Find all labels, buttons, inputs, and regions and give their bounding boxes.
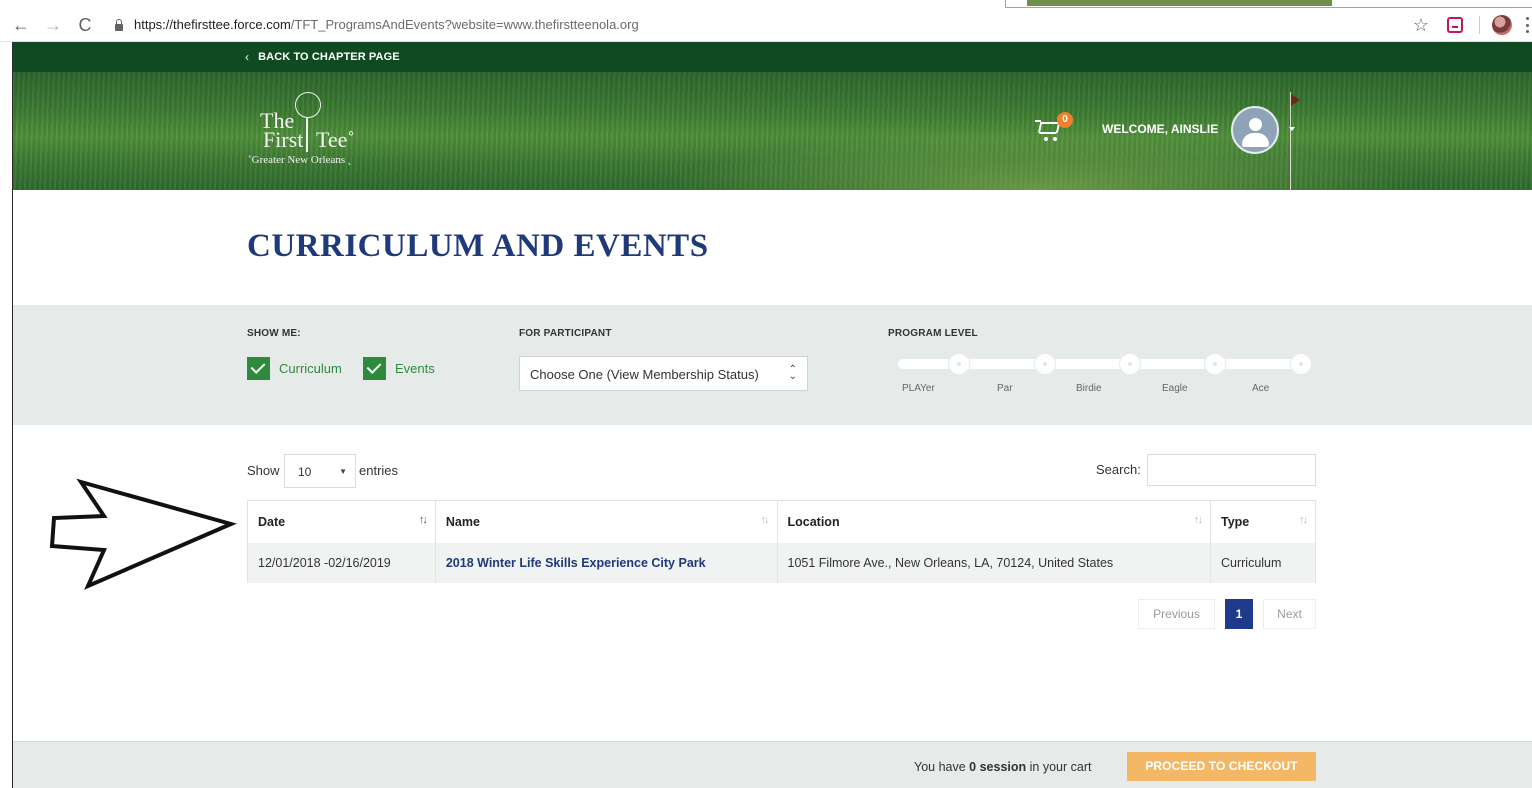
menu-kebab-icon[interactable] bbox=[1526, 17, 1530, 33]
hero-banner bbox=[13, 72, 1532, 190]
first-tee-logo[interactable]: The First Tee˚ ˚Greater New Orleans ˛ bbox=[246, 92, 376, 174]
cell-location: 1051 Filmore Ave., New Orleans, LA, 7012… bbox=[776, 542, 1211, 583]
entries-per-page-value: 10 bbox=[298, 465, 312, 479]
column-header-name[interactable]: Name ↑↓ bbox=[434, 500, 778, 543]
reload-icon[interactable]: C bbox=[74, 14, 96, 36]
table-header-row: Date ↑↓ Name ↑↓ Location ↑↓ Type ↑↓ bbox=[247, 500, 1316, 543]
show-entries-label: Show bbox=[247, 463, 280, 478]
level-node-par[interactable] bbox=[1034, 353, 1056, 375]
sort-icon: ↑↓ bbox=[1299, 514, 1308, 526]
curriculum-checkbox[interactable] bbox=[247, 357, 270, 380]
account-dropdown-caret-icon[interactable] bbox=[1289, 127, 1295, 131]
level-label-ace[interactable]: Ace bbox=[1252, 383, 1269, 394]
dropdown-triangle-icon: ▼ bbox=[339, 467, 347, 476]
cell-type: Curriculum bbox=[1210, 542, 1316, 583]
column-header-location[interactable]: Location ↑↓ bbox=[776, 500, 1211, 543]
browser-toolbar: ← → C https://thefirsttee.force.com/TFT_… bbox=[0, 8, 1532, 42]
shopping-cart-icon bbox=[1037, 122, 1061, 134]
entries-label: entries bbox=[359, 463, 399, 478]
browser-active-tab[interactable] bbox=[1027, 0, 1332, 6]
program-level-slider[interactable] bbox=[888, 353, 1316, 375]
sort-icon: ↑↓ bbox=[418, 514, 428, 526]
cart-session-count: 0 session bbox=[969, 760, 1027, 774]
cart-wheel bbox=[1044, 137, 1048, 141]
profile-avatar-icon[interactable] bbox=[1492, 15, 1512, 35]
back-to-chapter-label: BACK TO CHAPTER PAGE bbox=[258, 51, 400, 63]
curriculum-checkbox-label[interactable]: Curriculum bbox=[279, 361, 342, 376]
user-icon bbox=[1249, 118, 1262, 131]
sort-icon: ↑↓ bbox=[1194, 514, 1203, 526]
tee-icon bbox=[306, 118, 308, 152]
participant-select[interactable]: Choose One (View Membership Status) ⌃ ⌄ bbox=[519, 356, 808, 391]
entries-per-page-select[interactable]: 10 ▼ bbox=[284, 454, 356, 488]
event-name-link[interactable]: 2018 Winter Life Skills Experience City … bbox=[446, 556, 706, 570]
level-node-ace[interactable] bbox=[1290, 353, 1312, 375]
logo-word-tee: Tee˚ bbox=[316, 127, 355, 152]
pagination-next-button[interactable]: Next bbox=[1263, 599, 1316, 629]
cart-button[interactable]: 0 bbox=[1035, 112, 1075, 148]
table-row: 12/01/2018 -02/16/2019 2018 Winter Life … bbox=[247, 542, 1316, 583]
flag-icon bbox=[1291, 94, 1300, 106]
pagination-page-1[interactable]: 1 bbox=[1225, 599, 1253, 629]
sort-icon: ↑↓ bbox=[760, 514, 770, 526]
select-updown-icon: ⌃ ⌄ bbox=[788, 364, 797, 382]
address-bar[interactable]: https://thefirsttee.force.com/TFT_Progra… bbox=[114, 12, 639, 38]
column-header-type[interactable]: Type ↑↓ bbox=[1210, 500, 1316, 543]
participant-select-value: Choose One (View Membership Status) bbox=[530, 367, 759, 382]
flagpole bbox=[1290, 92, 1291, 190]
page: ← → C https://thefirsttee.force.com/TFT_… bbox=[0, 0, 1532, 788]
column-header-label: Location bbox=[787, 514, 840, 529]
column-header-label: Date bbox=[258, 514, 286, 529]
search-input[interactable] bbox=[1147, 454, 1316, 486]
page-title: CURRICULUM AND EVENTS bbox=[247, 228, 709, 264]
logo-word-first: First bbox=[263, 127, 304, 152]
level-label-eagle[interactable]: Eagle bbox=[1162, 383, 1188, 394]
column-header-label: Name bbox=[445, 514, 480, 529]
url-host: https://thefirsttee.force.com bbox=[134, 17, 291, 32]
events-checkbox-label[interactable]: Events bbox=[395, 361, 435, 376]
user-icon-body bbox=[1242, 133, 1269, 147]
cart-summary: You have 0 session in your cart bbox=[914, 760, 1091, 774]
user-avatar[interactable] bbox=[1231, 106, 1279, 154]
events-table: Date ↑↓ Name ↑↓ Location ↑↓ Type ↑↓ 12/01/20… bbox=[247, 500, 1316, 583]
level-node-eagle[interactable] bbox=[1204, 353, 1226, 375]
golf-ball-icon bbox=[295, 92, 321, 118]
events-checkbox[interactable] bbox=[363, 357, 386, 380]
level-label-birdie[interactable]: Birdie bbox=[1076, 383, 1102, 394]
bookmark-star-icon[interactable]: ☆ bbox=[1413, 15, 1429, 36]
back-strip bbox=[13, 42, 1532, 72]
show-me-label: SHOW ME: bbox=[247, 328, 301, 339]
program-level-label: PROGRAM LEVEL bbox=[888, 328, 978, 339]
back-to-chapter-link[interactable]: ‹ BACK TO CHAPTER PAGE bbox=[245, 50, 400, 64]
participant-label: FOR PARTICIPANT bbox=[519, 328, 612, 339]
cart-count-badge: 0 bbox=[1057, 112, 1073, 128]
cart-wheel bbox=[1053, 137, 1057, 141]
logo-chapter-name: ˚Greater New Orleans ˛ bbox=[248, 154, 352, 166]
cart-summary-prefix: You have bbox=[914, 760, 966, 774]
pagination-previous-button[interactable]: Previous bbox=[1138, 599, 1215, 629]
cell-name: 2018 Winter Life Skills Experience City … bbox=[434, 542, 778, 583]
proceed-to-checkout-button[interactable]: PROCEED TO CHECKOUT bbox=[1127, 752, 1316, 781]
url-path: /TFT_ProgramsAndEvents?website=www.thefi… bbox=[290, 17, 639, 32]
level-label-player[interactable]: PLAYer bbox=[902, 383, 935, 394]
callout-arrow-icon bbox=[49, 478, 237, 590]
level-node-player[interactable] bbox=[948, 353, 970, 375]
column-header-label: Type bbox=[1221, 514, 1250, 529]
forward-arrow-icon[interactable]: → bbox=[42, 14, 64, 36]
cart-summary-suffix: in your cart bbox=[1029, 760, 1092, 774]
back-arrow-icon[interactable]: ← bbox=[10, 14, 32, 36]
column-header-date[interactable]: Date ↑↓ bbox=[247, 500, 436, 543]
search-label: Search: bbox=[1096, 462, 1141, 477]
welcome-text: WELCOME, AINSLIE bbox=[1102, 122, 1219, 136]
level-label-par[interactable]: Par bbox=[997, 383, 1013, 394]
level-node-birdie[interactable] bbox=[1119, 353, 1141, 375]
toolbar-actions: ☆ bbox=[1413, 8, 1532, 42]
toolbar-separator bbox=[1479, 16, 1480, 34]
chevron-left-icon: ‹ bbox=[245, 50, 250, 64]
cell-date: 12/01/2018 -02/16/2019 bbox=[247, 542, 436, 583]
lock-icon bbox=[114, 18, 124, 31]
extension-icon[interactable] bbox=[1447, 17, 1463, 33]
